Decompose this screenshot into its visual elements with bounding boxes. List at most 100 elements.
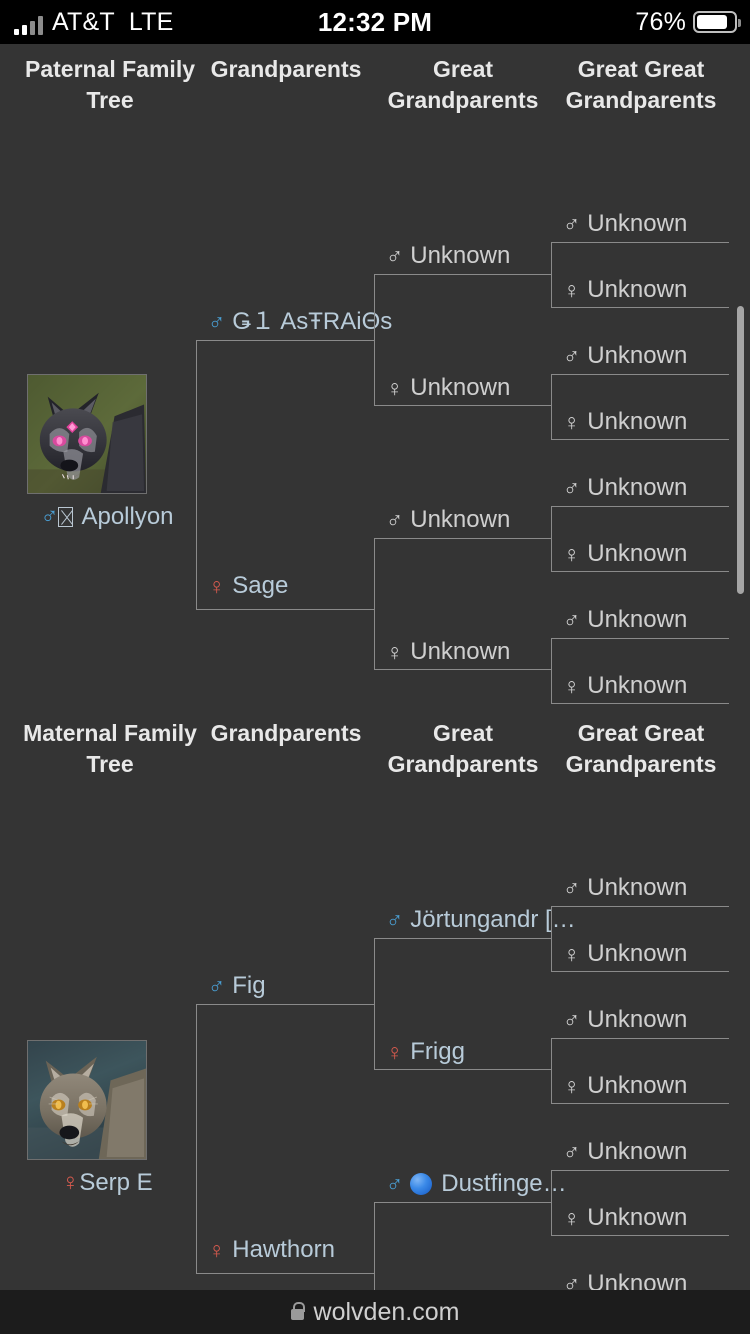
male-symbol-icon: ♂: [208, 973, 226, 999]
wolf-name-label: Unknown: [587, 1204, 688, 1231]
vertical-scrollbar[interactable]: [737, 306, 744, 594]
great-great-grandparent-node[interactable]: ♂ Unknown: [563, 1006, 687, 1034]
male-symbol-icon: ♂: [563, 475, 581, 501]
wolf-name-label: Frigg: [410, 1038, 465, 1065]
wolf-name-label: Hawthorn: [232, 1236, 335, 1263]
great-great-grandparent-node[interactable]: ♀ Unknown: [563, 408, 687, 436]
great-great-grandparent-node[interactable]: ♂ Unknown: [563, 606, 687, 634]
great-grandparent-node[interactable]: ♂ Jörtungandr […: [386, 906, 576, 934]
wolf-name-label: Fig: [232, 972, 266, 999]
male-symbol-icon: ♂: [386, 243, 404, 269]
battery-percentage-label: 76%: [635, 7, 686, 36]
wolf-name-label: Dustfinge…: [441, 1170, 567, 1197]
great-grandparent-node[interactable]: ♀ Unknown: [386, 638, 510, 666]
female-symbol-icon: ♀: [563, 541, 581, 567]
maternal-column-headers: Maternal Family Tree Grandparents Great …: [0, 708, 750, 786]
female-symbol-icon: ♀: [563, 673, 581, 699]
wolf-name-label: Unknown: [587, 1006, 688, 1033]
wolf-name-label: Apollyon: [81, 503, 174, 530]
header-great-grandparents: Great Grandparents: [387, 720, 539, 777]
male-symbol-icon: ♂: [386, 507, 404, 533]
header-great-great-grandparents: Great Great Grandparents: [565, 56, 717, 113]
female-symbol-icon: ♀: [563, 1205, 581, 1231]
great-great-grandparent-node[interactable]: ♂ Unknown: [563, 210, 687, 238]
great-great-grandparent-node[interactable]: ♀ Unknown: [563, 1204, 687, 1232]
great-great-grandparent-node[interactable]: ♂ Unknown: [563, 1270, 687, 1290]
great-great-grandparent-node[interactable]: ♀ Unknown: [563, 276, 687, 304]
great-great-grandparent-node[interactable]: ♀ Unknown: [563, 1072, 687, 1100]
subject-wolf-maternal[interactable]: ♀ Serp E: [27, 1040, 187, 1197]
grandparent-female-node[interactable]: ♀ Hawthorn: [208, 1236, 335, 1264]
header-maternal-family-tree: Maternal Family Tree: [23, 720, 197, 777]
male-symbol-icon: ♂: [40, 503, 59, 530]
great-great-grandparent-node[interactable]: ♂ Unknown: [563, 1138, 687, 1166]
paternal-column-headers: Paternal Family Tree Grandparents Great …: [0, 44, 750, 122]
great-grandparent-node[interactable]: ♂ Dustfinge…: [386, 1170, 567, 1198]
wolf-name-label: Unknown: [587, 342, 688, 369]
male-symbol-icon: ♂: [386, 1171, 404, 1197]
paternal-tree-grid: ♂ Apollyon ♂ Ǥ１ AsŦRAiΘs ♀ Sage ♂ Unknow…: [0, 122, 750, 704]
great-great-grandparent-node[interactable]: ♀ Unknown: [563, 940, 687, 968]
ios-status-bar: AT&T LTE 12:32 PM 76%: [0, 0, 750, 44]
female-symbol-icon: ♀: [563, 941, 581, 967]
url-label[interactable]: wolvden.com: [314, 1298, 460, 1327]
battery-fill: [697, 15, 728, 29]
wolf-name-label: Unknown: [587, 1138, 688, 1165]
great-great-grandparent-node[interactable]: ♀ Unknown: [563, 540, 687, 568]
wolf-name-label: Sage: [232, 572, 289, 599]
bracket-paternal-grandparents: [196, 340, 374, 610]
wolf-name-label: Unknown: [587, 408, 688, 435]
safari-bottom-bar[interactable]: wolvden.com: [0, 1290, 750, 1334]
page-content[interactable]: Paternal Family Tree Grandparents Great …: [0, 44, 750, 1290]
battery-icon: [693, 11, 741, 33]
maternal-family-tree-section: Maternal Family Tree Grandparents Great …: [0, 708, 750, 1290]
wolf-name-label: Ǥ１ AsŦRAiΘs: [232, 308, 393, 335]
female-symbol-icon: ♀: [386, 1039, 404, 1065]
male-symbol-icon: ♂: [386, 907, 404, 933]
wolf-name-label: Unknown: [410, 374, 511, 401]
female-symbol-icon: ♀: [563, 277, 581, 303]
great-grandparent-node[interactable]: ♂ Unknown: [386, 506, 510, 534]
header-paternal-family-tree: Paternal Family Tree: [24, 56, 196, 113]
great-great-grandparent-node[interactable]: ♂ Unknown: [563, 474, 687, 502]
female-symbol-icon: ♀: [208, 573, 226, 599]
header-great-great-grandparents: Great Great Grandparents: [565, 720, 717, 777]
female-symbol-icon: ♀: [563, 1073, 581, 1099]
female-symbol-icon: ♀: [386, 375, 404, 401]
male-symbol-icon: ♂: [563, 1007, 581, 1033]
paternal-family-tree-section: Paternal Family Tree Grandparents Great …: [0, 44, 750, 704]
wolf-name-label: Unknown: [587, 1270, 688, 1290]
grandparent-female-node[interactable]: ♀ Sage: [208, 572, 288, 600]
missing-glyph-box-icon: [58, 507, 74, 527]
wolf-name-label: Unknown: [587, 940, 688, 967]
great-grandparent-node[interactable]: ♂ Unknown: [386, 242, 510, 270]
wolf-name-label: Unknown: [587, 874, 688, 901]
header-grandparents: Grandparents: [210, 56, 362, 82]
subject-name-apollyon[interactable]: ♂ Apollyon: [27, 503, 187, 531]
male-symbol-icon: ♂: [563, 607, 581, 633]
great-great-grandparent-node[interactable]: ♂ Unknown: [563, 342, 687, 370]
wolf-name-label: Unknown: [410, 242, 511, 269]
female-symbol-icon: ♀: [61, 1169, 80, 1196]
maternal-tree-grid: ♀ Serp E ♂ Fig ♀ Hawthorn ♂ Jörtungandr …: [0, 786, 750, 1290]
male-symbol-icon: ♂: [563, 1271, 581, 1290]
wolf-portrait-apollyon[interactable]: [27, 374, 147, 494]
grandparent-male-node[interactable]: ♂ Ǥ１ AsŦRAiΘs: [208, 308, 392, 336]
subject-wolf-paternal[interactable]: ♂ Apollyon: [27, 374, 187, 531]
subject-name-serp-e[interactable]: ♀ Serp E: [27, 1169, 187, 1197]
wolf-portrait-serp-e[interactable]: [27, 1040, 147, 1160]
bracket-maternal-grandparents: [196, 1004, 374, 1274]
phone-screen: AT&T LTE 12:32 PM 76% Paternal Family Tr…: [0, 0, 750, 1334]
header-great-grandparents: Great Grandparents: [387, 56, 539, 113]
great-great-grandparent-node[interactable]: ♀ Unknown: [563, 672, 687, 700]
wolf-name-label: Unknown: [587, 276, 688, 303]
grandparent-male-node[interactable]: ♂ Fig: [208, 972, 266, 1000]
great-great-grandparent-node[interactable]: ♂ Unknown: [563, 874, 687, 902]
great-grandparent-node[interactable]: ♀ Frigg: [386, 1038, 465, 1066]
great-grandparent-node[interactable]: ♀ Unknown: [386, 374, 510, 402]
wolf-name-label: Serp E: [79, 1169, 153, 1196]
female-symbol-icon: ♀: [208, 1237, 226, 1263]
male-symbol-icon: ♂: [563, 211, 581, 237]
wolf-name-label: Unknown: [587, 606, 688, 633]
status-bar-right: 76%: [635, 7, 741, 37]
